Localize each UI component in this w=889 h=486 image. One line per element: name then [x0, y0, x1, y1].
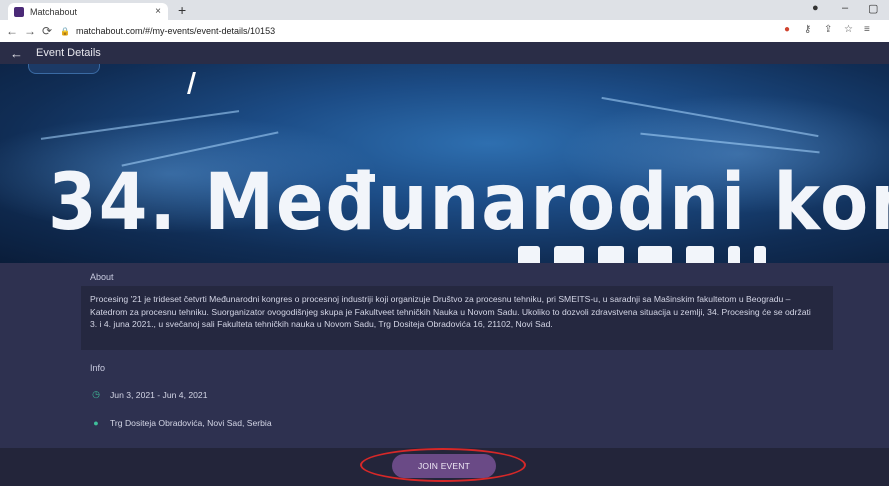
minimize-icon[interactable]: – [842, 2, 848, 14]
lock-icon: 🔒 [60, 26, 70, 36]
address-bar-row: ← → ⟳ 🔒 matchabout.com/#/my-events/event… [0, 20, 889, 43]
key-icon[interactable]: ⚷ [804, 24, 811, 35]
extension-icon[interactable]: ● [784, 24, 790, 35]
page-title: Event Details [36, 47, 101, 59]
banner-pill [28, 64, 100, 74]
browser-tab-bar: Matchabout × + ● – ▢ [0, 0, 889, 20]
about-description: Procesing '21 je trideset četvrti Međuna… [90, 294, 811, 329]
event-location: Trg Dositeja Obradovića, Novi Sad, Serbi… [110, 418, 272, 428]
browser-tab[interactable]: Matchabout × [8, 3, 168, 20]
reload-icon[interactable]: ⟳ [42, 24, 52, 38]
url-field[interactable]: 🔒 matchabout.com/#/my-events/event-detai… [60, 23, 760, 39]
menu-icon[interactable]: ≡ [864, 24, 870, 35]
star-icon[interactable]: ☆ [844, 24, 853, 35]
url-text: matchabout.com/#/my-events/event-details… [75, 26, 276, 36]
event-location-row: ● Trg Dositeja Obradovića, Novi Sad, Ser… [90, 418, 272, 428]
banner-cropped-text [518, 246, 818, 263]
info-heading: Info [90, 363, 106, 373]
favicon-icon [14, 6, 24, 17]
highlight-circle [360, 448, 526, 482]
event-date: Jun 3, 2021 - Jun 4, 2021 [110, 389, 208, 400]
about-card: Procesing '21 je trideset četvrti Međuna… [81, 286, 833, 350]
event-banner: 34. Međunarodni kongres [0, 64, 889, 263]
app-header: ← Event Details [0, 42, 889, 64]
tab-close-icon[interactable]: × [152, 6, 164, 17]
new-tab-icon[interactable]: + [178, 2, 186, 18]
forward-arrow-icon[interactable]: → [24, 24, 36, 38]
share-icon[interactable]: ⇪ [824, 24, 832, 35]
tab-title: Matchabout [30, 6, 78, 17]
maximize-icon[interactable]: ▢ [868, 2, 878, 15]
clock-icon: ◷ [92, 389, 100, 399]
banner-headline: 34. Međunarodni kongres [48, 156, 889, 248]
back-icon[interactable]: ← [10, 46, 26, 61]
back-arrow-icon[interactable]: ← [6, 24, 18, 38]
location-pin-icon: ● [93, 418, 99, 428]
banner-slash [187, 72, 196, 94]
about-heading: About [90, 272, 114, 282]
profile-icon[interactable]: ● [812, 2, 819, 14]
event-date-row: ◷ Jun 3, 2021 - Jun 4, 2021 [90, 389, 207, 400]
